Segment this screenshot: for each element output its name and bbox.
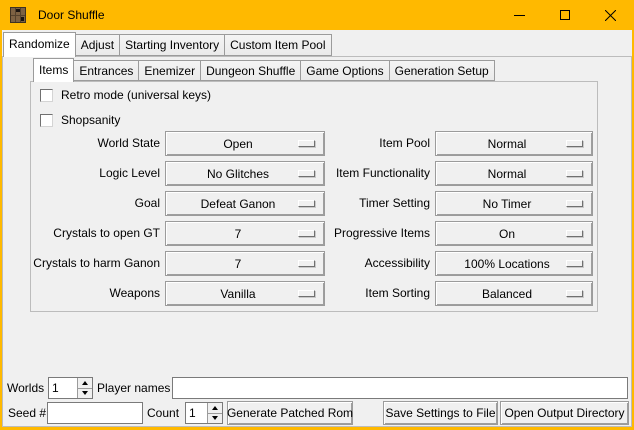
label-crystals-ganon: Crystals to harm Ganon	[33, 251, 160, 276]
tab-generation-setup[interactable]: Generation Setup	[389, 60, 495, 81]
titlebar[interactable]: Door Shuffle	[0, 0, 634, 30]
label-accessibility: Accessibility	[365, 251, 430, 276]
worlds-input[interactable]	[49, 378, 77, 398]
tab-game-options[interactable]: Game Options	[300, 60, 389, 81]
label-seed: Seed #	[8, 402, 46, 424]
dropdown-accessibility[interactable]: 100% Locations	[435, 251, 593, 276]
spin-down-icon[interactable]	[208, 413, 222, 424]
checkbox-label: Shopsanity	[61, 113, 120, 127]
checkbox-label: Retro mode (universal keys)	[61, 88, 211, 102]
seed-input[interactable]	[47, 402, 143, 424]
player-names-input[interactable]	[172, 377, 628, 399]
label-weapons: Weapons	[110, 281, 160, 306]
sub-tabbar: Items Entrances Enemizer Dungeon Shuffle…	[33, 58, 494, 82]
checkbox-retro-mode[interactable]: Retro mode (universal keys)	[40, 88, 211, 102]
label-goal: Goal	[135, 191, 160, 216]
dropdown-item-pool[interactable]: Normal	[435, 131, 593, 156]
checkbox-icon[interactable]	[40, 114, 53, 127]
dropdown-indicator-icon	[566, 200, 583, 207]
generate-patched-rom-button[interactable]: Generate Patched Rom	[227, 401, 353, 425]
label-timer-setting: Timer Setting	[359, 191, 430, 216]
spin-down-icon[interactable]	[78, 388, 92, 399]
tab-custom-item-pool[interactable]: Custom Item Pool	[224, 34, 331, 56]
tab-starting-inventory[interactable]: Starting Inventory	[119, 34, 225, 56]
dropdown-indicator-icon	[566, 140, 583, 147]
dropdown-indicator-icon	[298, 200, 315, 207]
dropdown-indicator-icon	[298, 140, 315, 147]
dropdown-crystals-ganon[interactable]: 7	[165, 251, 325, 276]
spin-up-icon[interactable]	[78, 378, 92, 388]
tab-enemizer[interactable]: Enemizer	[138, 60, 201, 81]
main-tabbar: Randomize Adjust Starting Inventory Cust…	[3, 32, 331, 57]
dropdown-logic-level[interactable]: No Glitches	[165, 161, 325, 186]
dropdown-indicator-icon	[298, 290, 315, 297]
close-icon[interactable]	[587, 0, 634, 30]
tab-items[interactable]: Items	[33, 58, 74, 82]
minimize-icon[interactable]	[497, 0, 542, 30]
dropdown-indicator-icon	[566, 290, 583, 297]
dropdown-item-sorting[interactable]: Balanced	[435, 281, 593, 306]
spin-up-icon[interactable]	[208, 403, 222, 413]
tab-entrances[interactable]: Entrances	[73, 60, 139, 81]
count-input[interactable]	[186, 403, 207, 423]
tab-adjust[interactable]: Adjust	[75, 34, 120, 56]
worlds-spinbox[interactable]	[48, 377, 93, 399]
dropdown-indicator-icon	[298, 170, 315, 177]
dropdown-weapons[interactable]: Vanilla	[165, 281, 325, 306]
checkbox-icon[interactable]	[40, 89, 53, 102]
tab-randomize[interactable]: Randomize	[3, 32, 76, 57]
app-door-icon	[10, 7, 26, 23]
dropdown-indicator-icon	[566, 260, 583, 267]
label-player-names: Player names	[97, 377, 170, 399]
label-item-sorting: Item Sorting	[365, 281, 430, 306]
label-worlds: Worlds	[7, 377, 44, 399]
tab-dungeon-shuffle[interactable]: Dungeon Shuffle	[200, 60, 301, 81]
label-crystals-gt: Crystals to open GT	[53, 221, 160, 246]
label-item-pool: Item Pool	[379, 131, 430, 156]
dropdown-indicator-icon	[566, 230, 583, 237]
label-logic-level: Logic Level	[99, 161, 160, 186]
window-door-shuffle: Door Shuffle Randomize Adjust Starting I…	[0, 0, 634, 430]
label-item-functionality: Item Functionality	[336, 161, 430, 186]
maximize-icon[interactable]	[542, 0, 587, 30]
dropdown-world-state[interactable]: Open	[165, 131, 325, 156]
dropdown-goal[interactable]: Defeat Ganon	[165, 191, 325, 216]
dropdown-progressive-items[interactable]: On	[435, 221, 593, 246]
label-count: Count	[147, 402, 179, 424]
save-settings-button[interactable]: Save Settings to File	[383, 401, 498, 425]
count-spinbox[interactable]	[185, 402, 223, 424]
label-world-state: World State	[98, 131, 160, 156]
dropdown-item-functionality[interactable]: Normal	[435, 161, 593, 186]
dropdown-indicator-icon	[566, 170, 583, 177]
dropdown-crystals-gt[interactable]: 7	[165, 221, 325, 246]
checkbox-shopsanity[interactable]: Shopsanity	[40, 113, 120, 127]
dropdown-indicator-icon	[298, 260, 315, 267]
dropdown-indicator-icon	[298, 230, 315, 237]
window-title: Door Shuffle	[38, 0, 105, 30]
label-progressive-items: Progressive Items	[334, 221, 430, 246]
dropdown-timer-setting[interactable]: No Timer	[435, 191, 593, 216]
open-output-directory-button[interactable]: Open Output Directory	[500, 401, 629, 425]
